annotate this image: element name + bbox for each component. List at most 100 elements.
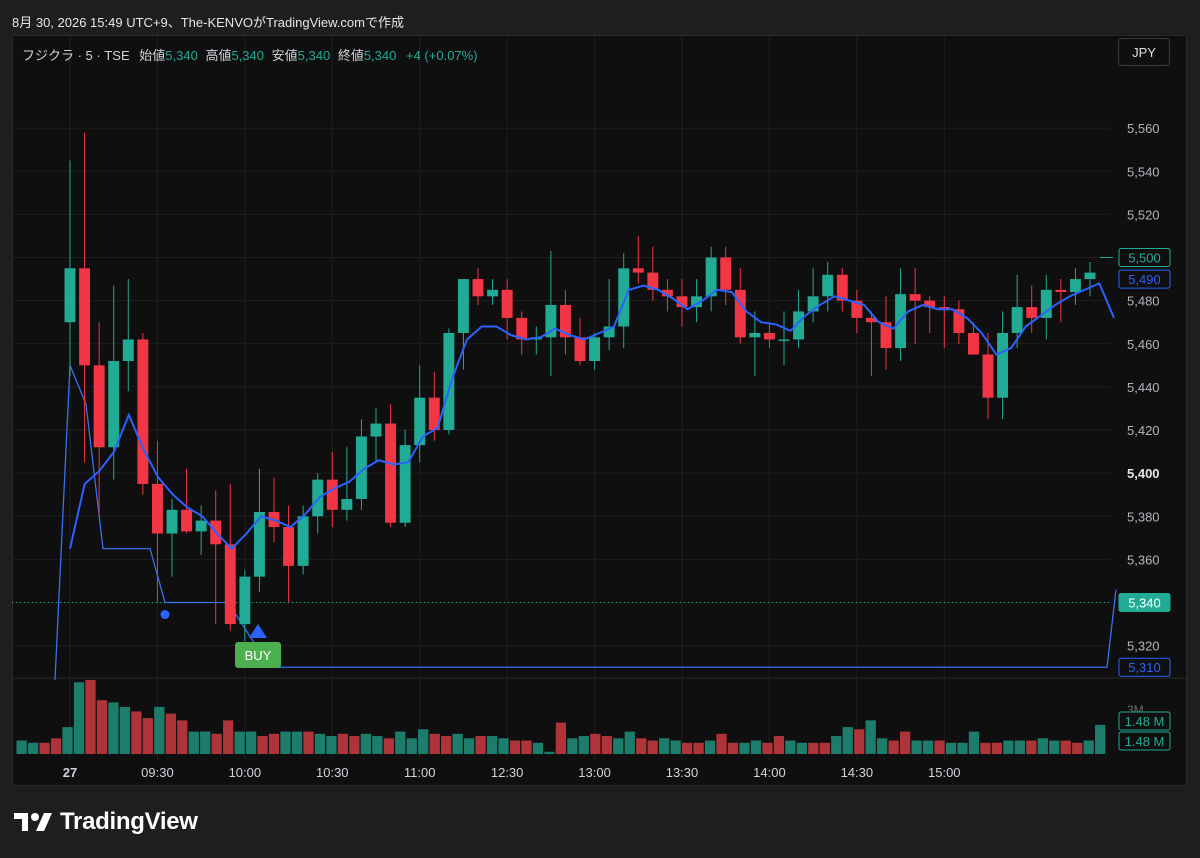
volume-bar (808, 742, 819, 754)
price-tag-label: 5,340 (1128, 596, 1161, 611)
candle-body (1055, 289, 1067, 293)
volume-bar (750, 740, 762, 754)
open-label: 始値 (139, 48, 166, 63)
price-tick-label: 5,460 (1127, 337, 1160, 352)
candle-body (1026, 307, 1038, 318)
volume-bar (418, 729, 429, 754)
volume-bar (773, 736, 785, 754)
volume-bar (1060, 740, 1071, 754)
candle-body (457, 279, 469, 333)
volume-bar (957, 742, 968, 754)
volume-bar (498, 738, 509, 754)
volume-bar (1083, 740, 1094, 754)
volume-bar (177, 720, 188, 754)
time-axis: 27 09:30 10:00 10:30 11:00 12:30 13:00 13:30 14:… (63, 765, 961, 780)
price-axis: 3M5,3205,3405,3605,3805,4005,4205,4405,4… (1127, 121, 1160, 717)
volume-bar (1072, 742, 1083, 754)
candle-body (341, 499, 353, 510)
volume-bar (613, 738, 624, 754)
volume-bar (624, 731, 635, 754)
high-value: 5,340 (231, 48, 264, 63)
volume-bar (326, 736, 337, 754)
tradingview-brand[interactable]: TradingView (14, 808, 198, 836)
candle-body (618, 268, 630, 327)
candle-body (589, 337, 601, 362)
candle-body (749, 332, 761, 338)
brand-name: TradingView (60, 808, 198, 835)
volume-bar (567, 738, 578, 754)
volume-bar (16, 740, 27, 754)
symbol-label[interactable]: フジクラ · 5 · TSE (22, 48, 130, 63)
volume-bar (280, 731, 291, 754)
time-tick-label: 13:30 (666, 765, 699, 780)
volume-bar (865, 720, 876, 754)
price-tick-label: 5,380 (1127, 509, 1160, 524)
volume-bar (1014, 740, 1025, 754)
volume-bar (796, 742, 807, 754)
candle-body (297, 516, 309, 566)
time-tick-label: 15:00 (928, 765, 961, 780)
price-tag-label: 5,500 (1128, 251, 1161, 266)
price-tick-label: 5,540 (1127, 164, 1160, 179)
candle-body (414, 397, 426, 446)
buy-label-text: BUY (245, 648, 272, 663)
candle-body (1084, 272, 1096, 280)
time-tick-label: 13:00 (578, 765, 611, 780)
low-label: 安値 (271, 48, 298, 63)
volume-bar (463, 738, 475, 754)
volume-bar (85, 680, 96, 754)
price-tick-label: 5,360 (1127, 552, 1160, 567)
volume-bar (911, 740, 922, 754)
ohlc-legend: フジクラ · 5 · TSE 始値5,340 高値5,340 安値5,340 終… (22, 45, 478, 64)
volume-bar (544, 751, 555, 754)
candle-body (472, 279, 484, 297)
time-tick-label: 10:30 (316, 765, 349, 780)
volume-bars (16, 680, 1106, 754)
candle-body (501, 289, 513, 318)
volume-bar (521, 740, 532, 754)
candle-body (399, 445, 411, 523)
volume-bar (509, 740, 521, 754)
volume-bar (659, 738, 670, 754)
volume-bar (303, 731, 314, 754)
candlestick-chart[interactable]: BUY 3M5,3205,3405,3605,3805,4005,4205,44… (0, 0, 1200, 858)
volume-bar (980, 742, 991, 754)
candle-body (1011, 307, 1023, 333)
volume-bar (945, 742, 957, 754)
volume-bar (555, 722, 567, 754)
volume-bar (1003, 740, 1014, 754)
volume-bar (383, 738, 394, 754)
volume-bar (108, 702, 119, 754)
volume-bar (922, 740, 934, 754)
markers: BUY (160, 610, 281, 668)
currency-button[interactable]: JPY (1118, 38, 1170, 66)
change-value: +4 (+0.07%) (406, 48, 478, 63)
time-tick-label: 14:30 (841, 765, 874, 780)
close-value: 5,340 (363, 48, 397, 63)
volume-bar (716, 733, 727, 754)
candle-body (443, 332, 455, 431)
volume-bar (234, 731, 245, 754)
candle-body (239, 576, 251, 625)
volume-bar (429, 733, 440, 754)
candle-body (224, 544, 236, 625)
price-tick-label: 5,480 (1127, 294, 1160, 309)
volume-bar (441, 736, 452, 754)
tradingview-logo-icon (14, 813, 52, 831)
volume-tag-label: 1.48 M (1125, 714, 1165, 729)
candle-body (487, 289, 499, 297)
price-tick-label: 5,440 (1127, 380, 1160, 395)
volume-bar (693, 742, 704, 754)
price-tick-label: 5,320 (1127, 639, 1160, 654)
high-label: 高値 (205, 48, 232, 63)
grid-lines (12, 36, 1188, 760)
candle-body (79, 268, 91, 366)
volume-bar (590, 733, 601, 754)
volume-bar (314, 733, 326, 754)
candle-body (763, 332, 775, 340)
volume-bar (50, 738, 62, 754)
volume-bar (991, 742, 1003, 754)
signal-dot-marker (160, 610, 170, 620)
volume-bar (578, 736, 589, 754)
volume-bar (395, 731, 406, 754)
